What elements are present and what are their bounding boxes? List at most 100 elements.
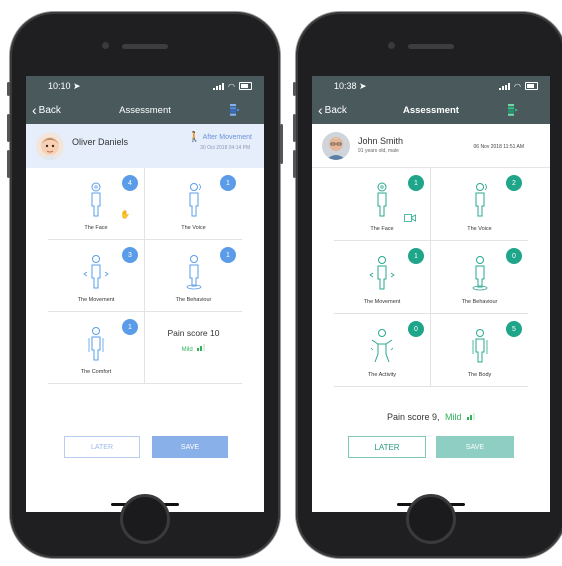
category-label: The Voice	[467, 226, 492, 232]
patient-header[interactable]: John Smith 91 years old, male 06 Nov 201…	[312, 124, 550, 168]
pain-score-text: Pain score 10	[167, 328, 220, 338]
volume-up-button	[293, 114, 296, 142]
category-label: The Behaviour	[461, 299, 498, 305]
category-label: The Activity	[367, 372, 397, 378]
pain-score-line: Pain score 9, Mild	[312, 412, 550, 422]
category-behaviour[interactable]: 1 The Behaviour	[145, 240, 242, 312]
category-movement[interactable]: 3 The Movement	[48, 240, 145, 312]
category-face[interactable]: 1 The Face	[334, 168, 431, 241]
signal-icon	[499, 82, 511, 90]
wifi-icon: ◠	[228, 81, 235, 91]
face-figure-icon	[377, 182, 387, 217]
count-badge: 3	[122, 247, 138, 263]
power-button	[280, 124, 283, 164]
hand-icon: ✋	[120, 210, 130, 219]
mute-switch	[293, 82, 296, 96]
volume-down-button	[7, 150, 10, 178]
video-icon	[404, 214, 416, 222]
patient-tag-block: 🚶 After Movement 30 Oct 2018 04:14 PM	[188, 132, 252, 151]
category-voice[interactable]: 2 The Voice	[431, 168, 528, 241]
avatar	[36, 132, 64, 160]
pain-level-bars-icon	[197, 344, 206, 351]
volume-up-button	[7, 114, 10, 142]
count-badge: 2	[506, 175, 522, 191]
patient-header[interactable]: Oliver Daniels 🚶 After Movement 30 Oct 2…	[26, 124, 264, 168]
pain-level-bars-icon	[467, 413, 476, 420]
status-time: 10:10 ➤	[48, 80, 81, 91]
assessment-date: 06 Nov 2018 11:51 AM	[473, 144, 525, 150]
export-icon[interactable]	[508, 104, 518, 116]
category-label: The Body	[467, 372, 492, 378]
count-badge: 4	[122, 175, 138, 191]
walking-person-icon: 🚶	[188, 132, 201, 143]
category-label: The Voice	[181, 225, 206, 231]
later-button[interactable]: LATER	[64, 436, 140, 458]
category-comfort[interactable]: 1 The Comfort	[48, 312, 145, 384]
comfort-figure-icon	[88, 327, 104, 361]
signal-icon	[213, 82, 225, 90]
category-movement[interactable]: 1 The Movement	[334, 241, 431, 314]
save-button[interactable]: SAVE	[152, 436, 228, 458]
later-button[interactable]: LATER	[348, 436, 426, 458]
save-button[interactable]: SAVE	[436, 436, 514, 458]
left-phone-frame: 10:10 ➤ ◠ ‹ Back Assessment Oliver Danie…	[7, 12, 283, 558]
count-badge: 0	[408, 321, 424, 337]
patient-name: Oliver Daniels	[72, 137, 129, 147]
front-camera	[388, 42, 395, 49]
avatar	[322, 131, 350, 160]
count-badge: 1	[220, 247, 236, 263]
battery-icon	[239, 82, 252, 90]
patient-info: John Smith 91 years old, male	[358, 136, 403, 154]
location-arrow-icon: ➤	[73, 80, 81, 91]
face-figure-icon	[91, 182, 101, 217]
home-button[interactable]	[406, 494, 456, 544]
category-label: The Behaviour	[175, 297, 212, 303]
movement-figure-icon	[83, 255, 109, 289]
category-face[interactable]: 4 ✋ The Face	[48, 168, 145, 240]
pain-score-cell: Pain score 10 Mild	[145, 312, 242, 384]
activity-figure-icon	[370, 329, 394, 363]
right-phone-frame: 10:38 ➤ ◠ ‹ Back Assessment John Smith 9…	[293, 12, 562, 558]
mute-switch	[7, 82, 10, 96]
export-icon[interactable]	[230, 104, 240, 116]
assessment-grid: 4 ✋ The Face 1 The Voice 3 The Movement …	[48, 168, 242, 384]
behaviour-figure-icon	[472, 256, 487, 291]
status-bar: 10:38 ➤ ◠	[312, 76, 550, 96]
count-badge: 1	[408, 175, 424, 191]
assessment-grid: 1 The Face 2 The Voice 1 The Movement 0 …	[334, 168, 528, 387]
patient-name: John Smith	[358, 135, 404, 146]
status-bar: 10:10 ➤ ◠	[26, 76, 264, 96]
category-activity[interactable]: 0 The Activity	[334, 314, 431, 387]
pain-score-text: Pain score 9,	[386, 412, 440, 422]
count-badge: 0	[506, 248, 522, 264]
count-badge: 1	[408, 248, 424, 264]
category-label: The Comfort	[80, 369, 112, 375]
category-voice[interactable]: 1 The Voice	[145, 168, 242, 240]
voice-figure-icon	[475, 183, 487, 217]
battery-icon	[525, 82, 538, 90]
voice-figure-icon	[189, 183, 201, 217]
category-body[interactable]: 5 The Body	[431, 314, 528, 387]
count-badge: 5	[506, 321, 522, 337]
category-behaviour[interactable]: 0 The Behaviour	[431, 241, 528, 314]
home-button[interactable]	[120, 494, 170, 544]
category-label: The Movement	[77, 297, 115, 303]
front-camera	[102, 42, 109, 49]
category-label: The Movement	[363, 299, 401, 305]
page-title: Assessment	[119, 105, 171, 116]
earpiece-speaker	[408, 44, 454, 49]
pain-level: Mild	[145, 344, 242, 353]
body-figure-icon	[472, 329, 487, 363]
volume-down-button	[293, 150, 296, 178]
nav-bar: ‹ Back Assessment	[312, 96, 550, 124]
behaviour-figure-icon	[186, 255, 201, 290]
assessment-date: 30 Oct 2018 04:14 PM	[200, 145, 251, 151]
earpiece-speaker	[122, 44, 168, 49]
status-time: 10:38 ➤	[334, 80, 367, 91]
pain-level: Mild	[445, 412, 462, 422]
left-screen: 10:10 ➤ ◠ ‹ Back Assessment Oliver Danie…	[26, 76, 264, 512]
movement-figure-icon	[369, 256, 395, 290]
location-arrow-icon: ➤	[359, 80, 367, 91]
count-badge: 1	[220, 175, 236, 191]
category-label: The Face	[370, 226, 394, 232]
